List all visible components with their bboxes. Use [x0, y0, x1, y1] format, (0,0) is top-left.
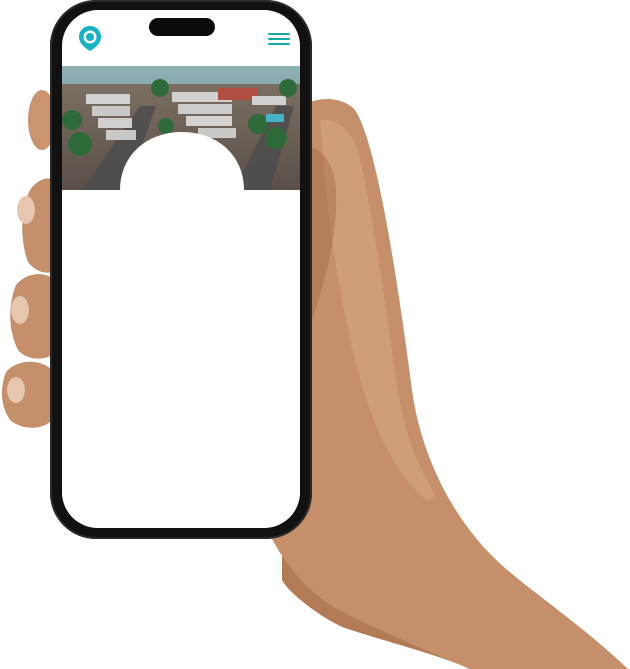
phone-screen: [62, 10, 300, 528]
app-header: [62, 10, 300, 66]
hero-image: [62, 66, 300, 190]
hamburger-menu-icon[interactable]: [268, 33, 290, 47]
phone-frame: [50, 0, 312, 539]
screen-content: [62, 190, 300, 528]
location-pin-icon[interactable]: [76, 24, 104, 52]
